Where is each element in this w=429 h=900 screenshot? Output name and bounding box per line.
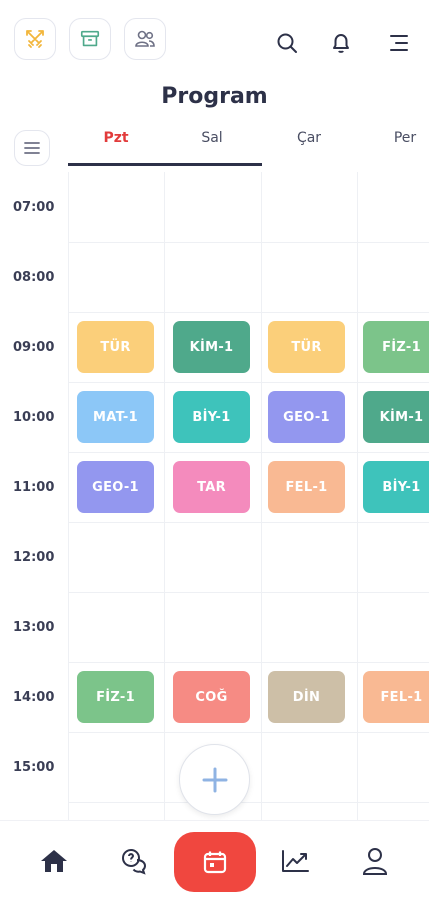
lesson-card[interactable]: COĞ — [173, 671, 250, 723]
bell-icon — [333, 34, 349, 53]
nav-profile[interactable] — [357, 843, 393, 879]
users-icon — [135, 30, 155, 47]
lesson-card[interactable]: GEO-1 — [77, 461, 154, 513]
lesson-card[interactable]: TÜR — [77, 321, 154, 373]
plus-icon — [202, 767, 227, 792]
time-label: 10:00 — [13, 410, 55, 425]
home-icon — [41, 850, 67, 872]
search-icon — [277, 33, 297, 53]
tab-day-pzt[interactable]: Pzt — [68, 130, 164, 146]
tab-day-per[interactable]: Per — [357, 130, 429, 146]
menu-button[interactable] — [386, 30, 412, 56]
lesson-card[interactable]: FİZ-1 — [363, 321, 429, 373]
sword-icon — [26, 30, 44, 48]
time-label: 15:00 — [13, 760, 55, 775]
notifications-button[interactable] — [328, 30, 354, 56]
profile-icon — [362, 848, 388, 875]
nav-schedule[interactable] — [174, 832, 256, 892]
bottom-navigation — [0, 820, 429, 900]
lesson-card[interactable]: TAR — [173, 461, 250, 513]
time-label: 12:00 — [13, 550, 55, 565]
list-icon — [24, 142, 40, 154]
lesson-card[interactable]: FEL-1 — [268, 461, 345, 513]
menu-icon — [390, 35, 408, 51]
lesson-card[interactable]: BİY-1 — [173, 391, 250, 443]
time-label: 07:00 — [13, 200, 55, 215]
lesson-card[interactable]: DİN — [268, 671, 345, 723]
list-view-button[interactable] — [14, 130, 50, 166]
nav-stats[interactable] — [277, 843, 313, 879]
chart-icon — [282, 850, 309, 872]
help-chat-icon — [122, 849, 147, 875]
time-label: 08:00 — [13, 270, 55, 285]
archive-button[interactable] — [69, 18, 111, 60]
tab-day-sal[interactable]: Sal — [164, 130, 260, 146]
lesson-card[interactable]: FİZ-1 — [77, 671, 154, 723]
archive-icon — [80, 30, 100, 47]
lesson-card[interactable]: BİY-1 — [363, 461, 429, 513]
nav-home[interactable] — [36, 843, 72, 879]
nav-help[interactable] — [116, 843, 152, 879]
lesson-card[interactable]: KİM-1 — [173, 321, 250, 373]
friends-button[interactable] — [124, 18, 166, 60]
add-lesson-button[interactable] — [179, 744, 250, 815]
page-title: Program — [161, 84, 268, 109]
time-label: 13:00 — [13, 620, 55, 635]
lesson-card[interactable]: TÜR — [268, 321, 345, 373]
lesson-card[interactable]: FEL-1 — [363, 671, 429, 723]
time-label: 09:00 — [13, 340, 55, 355]
time-label: 14:00 — [13, 690, 55, 705]
lesson-card[interactable]: KİM-1 — [363, 391, 429, 443]
swords-button[interactable] — [14, 18, 56, 60]
tab-day-car[interactable]: Çar — [261, 130, 357, 146]
active-tab-indicator — [68, 163, 262, 166]
lesson-card[interactable]: MAT-1 — [77, 391, 154, 443]
lesson-card[interactable]: GEO-1 — [268, 391, 345, 443]
time-label: 11:00 — [13, 480, 55, 495]
calendar-icon — [203, 851, 227, 874]
search-button[interactable] — [274, 30, 300, 56]
